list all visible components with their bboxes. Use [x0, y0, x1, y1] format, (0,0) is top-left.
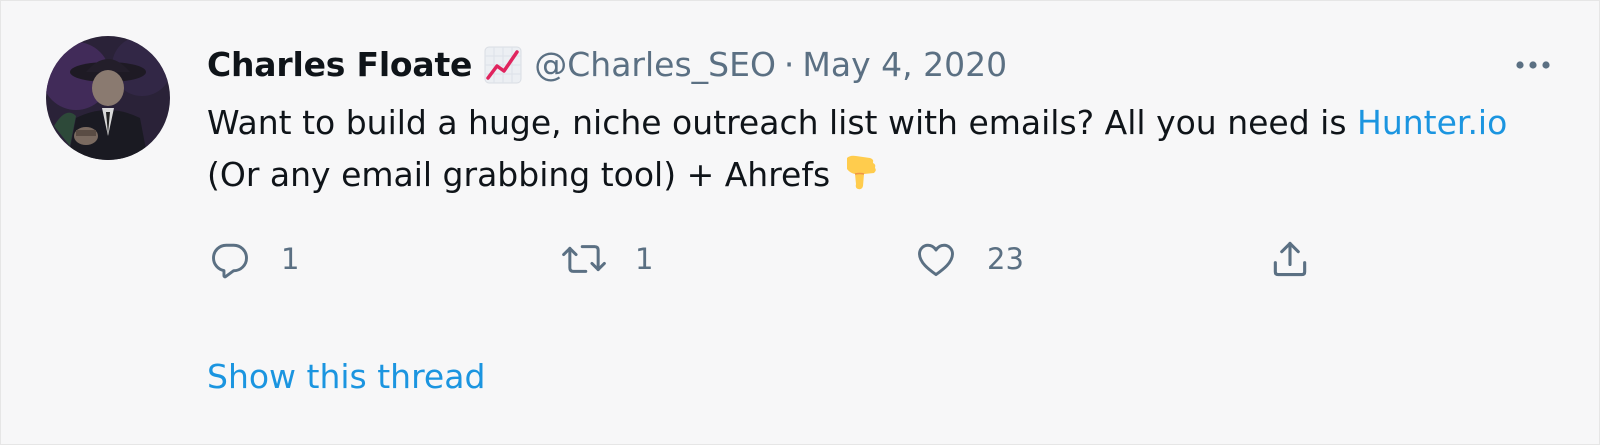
retweet-button[interactable]: 1	[561, 231, 653, 287]
share-icon	[1267, 236, 1313, 282]
author-handle[interactable]: @Charles_SEO	[534, 39, 776, 91]
tweet-actions: 1 1 23	[207, 231, 1347, 287]
chart-increasing-emoji-icon	[484, 46, 522, 84]
tweet-text: Want to build a huge, niche outreach lis…	[207, 97, 1527, 201]
author-name[interactable]: Charles Floate	[207, 39, 472, 91]
separator-dot: ·	[783, 45, 795, 84]
reply-button[interactable]: 1	[207, 231, 299, 287]
retweet-icon	[561, 236, 607, 282]
hunter-link[interactable]: Hunter.io	[1357, 103, 1507, 142]
tweet-date[interactable]: May 4, 2020	[802, 39, 1007, 91]
avatar[interactable]	[46, 36, 170, 160]
tweet-text-part2: (Or any email grabbing tool) + Ahrefs	[207, 155, 831, 194]
tweet-card[interactable]: Charles Floate @Charles_SEO · May 4, 202…	[0, 0, 1600, 445]
like-icon	[913, 236, 959, 282]
backhand-index-pointing-down-emoji-icon	[840, 152, 880, 192]
show-thread-link[interactable]: Show this thread	[207, 351, 485, 403]
like-button[interactable]: 23	[913, 231, 1024, 287]
reply-count: 1	[281, 242, 300, 276]
avatar-image	[46, 36, 170, 160]
more-options-icon[interactable]	[1509, 45, 1557, 85]
tweet-text-part1: Want to build a huge, niche outreach lis…	[207, 103, 1358, 142]
retweet-count: 1	[635, 242, 654, 276]
like-count: 23	[987, 242, 1024, 276]
share-button[interactable]	[1267, 231, 1313, 287]
tweet-header: Charles Floate @Charles_SEO · May 4, 202…	[207, 39, 1007, 91]
reply-icon	[207, 236, 253, 282]
